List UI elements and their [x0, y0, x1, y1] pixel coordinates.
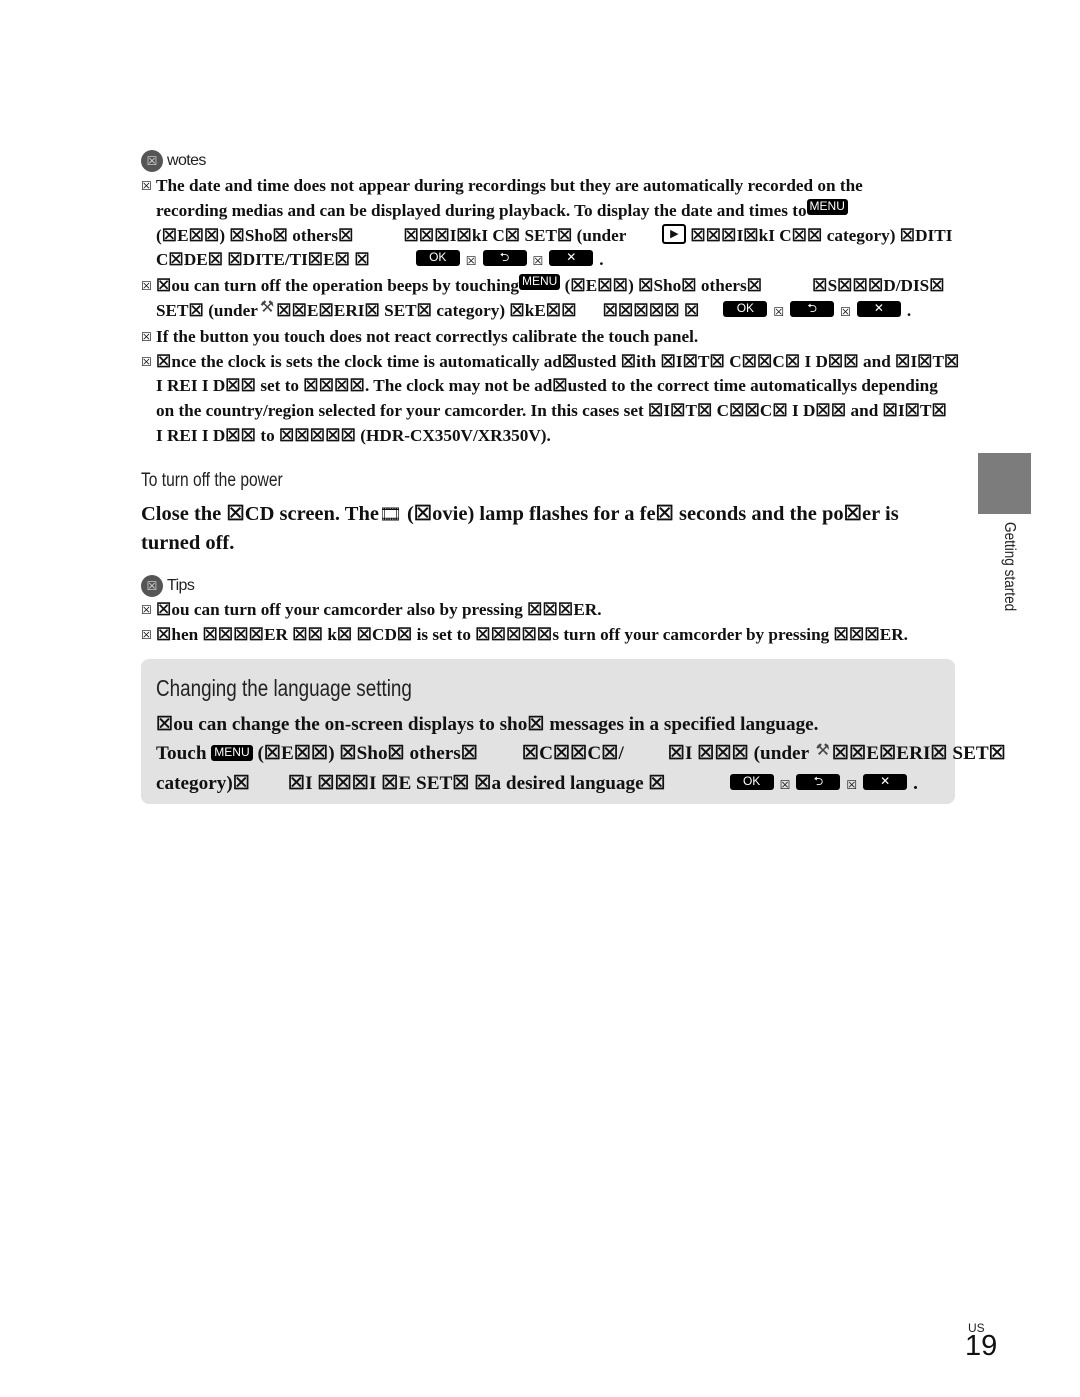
ok-button-icon: OK: [415, 250, 460, 267]
playback-icon: ▶: [662, 223, 687, 244]
notes-header: ☒ wotes: [141, 150, 206, 172]
separator: ☒: [840, 304, 851, 319]
separator: ☒: [846, 778, 858, 792]
wrench-icon: ⚒: [815, 742, 830, 759]
menu-button-icon: MENU: [806, 198, 848, 215]
note-text: (☒E☒☒) ☒Sho☒ others☒: [156, 225, 354, 245]
instruction-text: Close the ☒CD screen. The: [141, 503, 379, 525]
language-text: ☒C☒☒C☒/: [521, 743, 624, 764]
notes-label: wotes: [167, 152, 206, 169]
language-box-body: ☒ou can change the on-screen displays to…: [156, 710, 1006, 800]
language-line: Touch MENU (☒E☒☒) ☒Sho☒ others☒ ☒C☒☒C☒/ ☒I…: [156, 739, 1006, 769]
back-button-icon: ⮌: [790, 301, 835, 318]
tips-header: ☒ Tips: [141, 575, 195, 597]
note-text: SET☒ (under: [156, 300, 258, 320]
note-text: ☒☒☒I☒kI C☒☒ category) ☒DITI: [690, 225, 953, 245]
note-line: The date and time does not appear during…: [156, 174, 951, 199]
bullet-marker: ☒: [141, 179, 152, 193]
language-setting-box: Changing the language setting ☒ou can ch…: [141, 659, 1006, 804]
bullet-marker: ☒: [141, 279, 152, 294]
note-line: SET☒ (under ⚒ ☒☒E☒ERI☒ SET☒ category) ☒kE☒…: [156, 299, 951, 325]
language-text: Touch: [156, 743, 207, 764]
note-text: ☒☒☒☒☒ ☒: [602, 300, 700, 320]
notes-list: ☒ The date and time does not appear duri…: [141, 174, 960, 449]
close-button-icon: ✕: [863, 773, 908, 790]
back-button-icon: ⮌: [796, 773, 841, 790]
separator: ☒: [465, 254, 477, 269]
note-text: ☒S☒☒☒D/DIS☒: [812, 276, 945, 296]
note-text: ☒ou can turn off the operation beeps by …: [156, 276, 520, 296]
language-line: category)☒ ☒I ☒☒☒I ☒E SET☒ ☒a desired lan…: [156, 769, 946, 800]
language-text: ☒☒E☒ERI☒ SET☒: [831, 743, 1006, 764]
tips-list: ☒ ☒ou can turn off your camcorder also b…: [141, 598, 951, 648]
note-line: I REI I D☒☒ set to ☒☒☒☒. The clock may n…: [156, 376, 938, 396]
close-button-icon: ✕: [549, 250, 594, 267]
ok-button-icon: OK: [723, 301, 768, 318]
wrench-icon: ⚒: [259, 298, 275, 316]
note-line: ☒ou can turn off the operation beeps by …: [156, 274, 951, 299]
note-text: (☒E☒☒) ☒Sho☒ others☒: [564, 276, 763, 296]
note-text: ☒☒E☒ERI☒ SET☒ category) ☒kE☒☒: [276, 300, 577, 320]
note-item: ☒ The date and time does not appear duri…: [141, 174, 953, 274]
note-line: on the country/region selected for your …: [156, 401, 947, 421]
section-tab-marker: [978, 453, 1031, 514]
note-text: recording medias and can be displayed du…: [156, 200, 807, 220]
bullet-marker: ☒: [141, 354, 152, 369]
power-off-instruction: Close the ☒CD screen. The🎞 (☒ovie) lamp …: [141, 500, 961, 558]
language-text: (☒E☒☒) ☒Sho☒ others☒: [257, 743, 478, 764]
note-text: If the button you touch does not react c…: [156, 326, 699, 346]
film-icon: 🎞: [378, 504, 402, 524]
language-line: ☒ou can change the on-screen displays to…: [156, 714, 819, 735]
menu-button-icon: MENU: [211, 745, 253, 761]
tips-label: Tips: [167, 577, 195, 594]
bullet-marker: ☒: [141, 627, 152, 642]
page-number: 19: [965, 1330, 998, 1362]
note-item: ☒ ☒nce the clock is sets the clock time …: [141, 350, 960, 449]
note-line: If the button you touch does not react c…: [156, 325, 951, 350]
notes-icon: ☒: [141, 150, 163, 172]
section-subheading: To turn off the power: [141, 470, 283, 491]
period: .: [599, 250, 604, 270]
language-text: ☒I ☒☒☒ (under: [667, 743, 809, 764]
note-line: C☒DE☒ ☒DITE/TI☒E☒ ☒ OK ☒ ⮌ ☒ ✕.: [156, 248, 951, 274]
separator: ☒: [779, 778, 791, 792]
tip-item: ☒ ☒ou can turn off your camcorder also b…: [141, 598, 951, 623]
language-box-title: Changing the language setting: [156, 675, 412, 701]
note-line: I REI I D☒☒ to ☒☒☒☒☒ (HDR-CX350V/XR350V)…: [156, 425, 551, 445]
language-text: ☒I ☒☒☒I ☒E SET☒ ☒a desired language ☒: [287, 773, 666, 794]
note-line: (☒E☒☒) ☒Sho☒ others☒ ☒☒☒I☒kI C☒ SET☒ (und…: [156, 223, 953, 249]
tip-text: ☒hen ☒☒☒☒ER ☒☒ k☒ ☒CD☒ is set to ☒☒☒☒☒s …: [156, 624, 908, 644]
note-item: ☒ ☒ou can turn off the operation beeps b…: [141, 274, 951, 325]
separator: ☒: [532, 254, 544, 269]
close-button-icon: ✕: [856, 301, 901, 318]
tip-text: ☒ou can turn off your camcorder also by …: [156, 600, 602, 619]
tip-item: ☒ ☒hen ☒☒☒☒ER ☒☒ k☒ ☒CD☒ is set to ☒☒☒☒☒…: [141, 623, 951, 648]
ok-button-icon: OK: [729, 773, 774, 790]
back-button-icon: ⮌: [482, 250, 527, 267]
language-text: category)☒: [156, 773, 250, 794]
note-text: C☒DE☒ ☒DITE/TI☒E☒ ☒: [156, 250, 370, 270]
note-text: ☒☒☒I☒kI C☒ SET☒ (under: [403, 225, 627, 245]
note-text: The date and time does not appear during…: [156, 176, 863, 195]
period: .: [913, 773, 918, 794]
note-item: ☒ If the button you touch does not react…: [141, 325, 951, 350]
section-tab-label: Getting started: [1001, 522, 1018, 612]
menu-button-icon: MENU: [519, 274, 561, 291]
separator: ☒: [773, 304, 785, 319]
bullet-marker: ☒: [141, 603, 152, 617]
note-line: recording medias and can be displayed du…: [156, 198, 951, 224]
period: .: [906, 300, 912, 320]
bullet-marker: ☒: [141, 329, 152, 344]
note-line: ☒nce the clock is sets the clock time is…: [156, 351, 960, 371]
tips-icon: ☒: [141, 575, 163, 597]
